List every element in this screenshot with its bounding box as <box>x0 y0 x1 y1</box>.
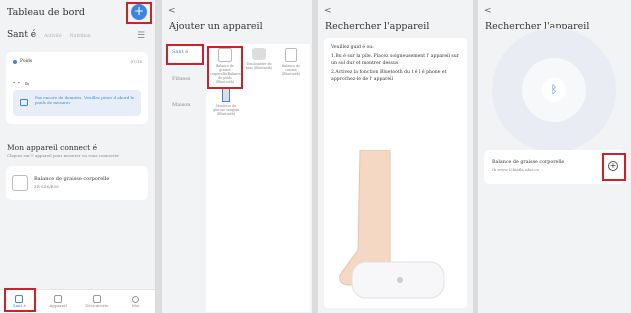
menu-icon[interactable]: ☰ <box>137 31 147 41</box>
bluetooth-icon: ᛒ <box>542 78 566 102</box>
instructions-title: Veuillez guid é ou: <box>331 45 374 50</box>
device-name: Balance de graisse corporelle <box>34 176 110 182</box>
tab-activity[interactable]: Activité <box>44 34 61 39</box>
dashboard-screen: Tableau de bord + Sant é Activité Nutrit… <box>0 0 155 313</box>
weight-label: Poids <box>20 59 33 64</box>
device-id: ZR-SZ6/R98 <box>34 184 59 189</box>
discover-icon <box>92 295 101 303</box>
back-button[interactable]: < <box>484 6 492 16</box>
weight-value: - - <box>13 79 20 87</box>
weight-unit: lb <box>25 81 29 86</box>
device-icon <box>54 295 63 303</box>
weight-hint-box: Pas encore de données. Veuillez peser d … <box>13 90 141 116</box>
page-title: Ajouter un appareil <box>169 21 263 32</box>
instructions-card: Veuillez guid é ou: 1.Bu é sur la pile. … <box>324 38 467 308</box>
nav-discover[interactable]: Découverte <box>82 295 112 308</box>
tab-nutrition[interactable]: Nutrition <box>70 34 91 39</box>
category-home[interactable]: Maison <box>168 94 206 122</box>
user-icon <box>132 295 140 303</box>
nav-device[interactable]: Appareil <box>43 295 73 308</box>
category-fitness[interactable]: Fitness <box>168 66 206 94</box>
page-title: Tableau de bord <box>7 7 85 18</box>
highlight-box <box>166 44 204 65</box>
device-glucose-monitor[interactable]: Moniteur de glucose sanguin (Bluetooth) <box>210 88 242 116</box>
device-kitchen-scale[interactable]: Balance de cuisine (Bluetooth) <box>276 48 306 76</box>
tab-health[interactable]: Sant é <box>7 30 36 40</box>
device-blood-pressure[interactable]: Tensiomètre du bras (Bluetooth) <box>244 48 274 70</box>
blood-pressure-icon <box>252 48 266 60</box>
weight-card[interactable]: Poids 07/18 - - lb Pas encore de données… <box>6 52 148 124</box>
instruction-2: 2.Activez la fonction Bluetooth du t é l… <box>331 70 447 82</box>
add-device-screen: < Ajouter un appareil Sant é Fitness Mai… <box>162 0 312 313</box>
highlight-box <box>126 2 152 24</box>
foot-on-scale-illustration <box>339 150 445 299</box>
device-card[interactable]: Balance de graisse corporelle ZR-SZ6/R98 <box>6 166 148 200</box>
found-device-name: Balance de graisse corporelle <box>492 160 565 165</box>
kitchen-scale-icon <box>285 48 297 62</box>
nav-me[interactable]: Moi <box>121 295 151 308</box>
section-subtitle: Cliquez sur l' appareil pour mesurer ou … <box>7 153 120 158</box>
highlight-box <box>207 46 243 89</box>
scale-icon <box>12 175 28 191</box>
found-device-id: Ib www.t2hiaila.nhn.cn <box>492 167 539 172</box>
highlight-box <box>4 288 36 312</box>
page-title: Rechercher l'appareil <box>325 21 430 32</box>
glucose-icon <box>222 88 230 102</box>
status-dot <box>13 59 17 64</box>
search-result-screen: < Rechercher l'appareil ᛒ Balance de gra… <box>478 0 631 313</box>
placeholder-icon <box>20 99 28 106</box>
back-button[interactable]: < <box>324 6 332 16</box>
section-title: Mon appareil connect é <box>7 143 98 152</box>
weight-hint: Pas encore de données. Veuillez peser d … <box>35 95 135 105</box>
weight-date: 07/18 <box>130 59 142 64</box>
instruction-1: 1.Bu é sur la pile. Placez soigneusement… <box>331 54 459 66</box>
highlight-box <box>602 153 626 181</box>
search-device-screen: < Rechercher l'appareil Veuillez guid é … <box>318 0 473 313</box>
back-button[interactable]: < <box>168 6 176 16</box>
